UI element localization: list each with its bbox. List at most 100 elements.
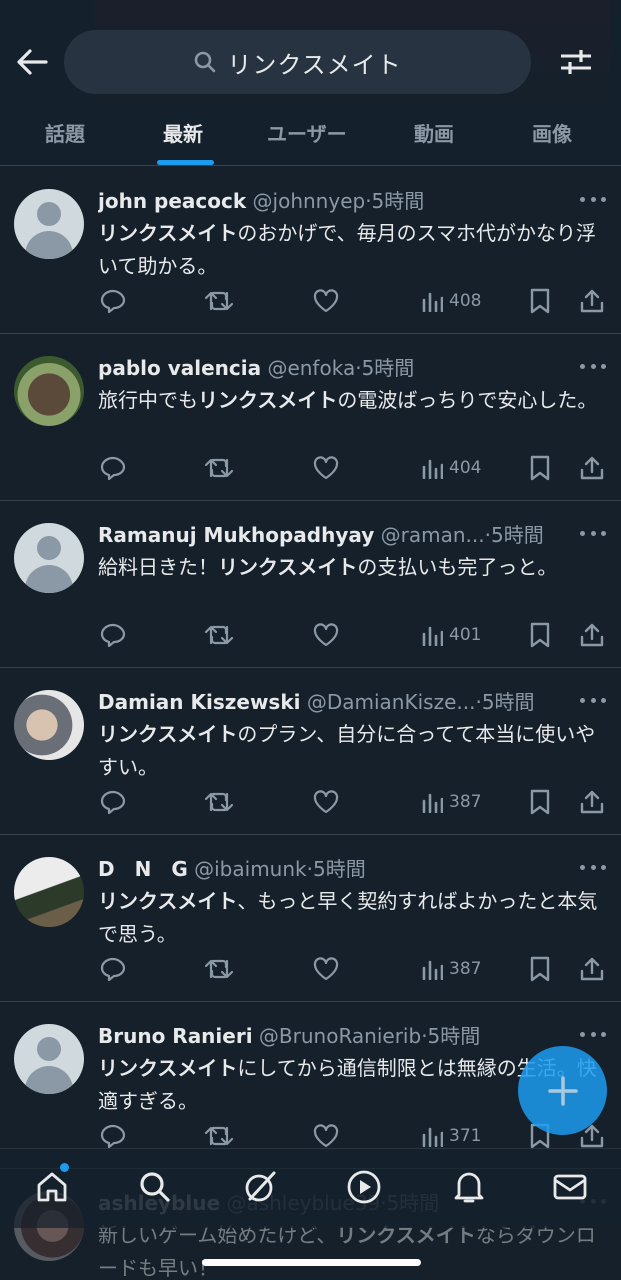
reply-button[interactable] — [100, 285, 126, 317]
share-button[interactable] — [579, 619, 605, 651]
share-icon — [580, 289, 604, 313]
avatar[interactable] — [14, 857, 84, 927]
tweet-actions: 387 — [0, 786, 621, 818]
author-handle[interactable]: @johnnyep — [253, 189, 366, 213]
bar-chart-icon — [422, 626, 443, 646]
view-count: 387 — [449, 959, 482, 979]
tweet-text-pre: 旅行中でも — [98, 388, 198, 412]
tweet-header: john peacock @johnnyep·5時間 — [98, 187, 568, 215]
nav-notifications[interactable] — [449, 1167, 489, 1207]
nav-home[interactable] — [32, 1167, 72, 1207]
tab-videos[interactable]: 動画 — [414, 118, 454, 147]
tweet-text-keyword: リンクスメイト — [98, 221, 238, 245]
heart-icon — [313, 289, 339, 313]
play-circle-icon — [347, 1170, 381, 1204]
tab-users[interactable]: ユーザー — [267, 118, 347, 147]
nav-grok[interactable] — [240, 1167, 280, 1207]
tweet-item[interactable]: john peacock @johnnyep·5時間 リンクスメイトのおかげで、毎… — [0, 167, 621, 334]
heart-icon — [313, 1124, 339, 1148]
views-button[interactable]: 387 — [421, 953, 481, 985]
retweet-button[interactable] — [204, 452, 234, 484]
more-options-icon[interactable] — [580, 1032, 606, 1040]
search-input[interactable]: リンクスメイト — [64, 30, 531, 94]
reply-button[interactable] — [100, 786, 126, 818]
tab-images[interactable]: 画像 — [532, 118, 572, 147]
tweet-header: Bruno Ranieri @BrunoRanierib·5時間 — [98, 1022, 568, 1050]
bookmark-button[interactable] — [529, 619, 551, 651]
bookmark-icon — [530, 789, 550, 815]
author-name[interactable]: john peacock — [98, 189, 246, 213]
more-options-icon[interactable] — [580, 698, 606, 706]
tweet-header: Ramanuj Mukhopadhyay @raman...·5時間 — [98, 521, 568, 549]
reply-icon — [100, 1124, 126, 1148]
reply-icon — [100, 957, 126, 981]
views-button[interactable]: 387 — [421, 786, 481, 818]
tweet-item[interactable]: pablo valencia @enfoka·5時間 旅行中でもリンクスメイトの電… — [0, 334, 621, 501]
view-count: 371 — [449, 1126, 482, 1146]
nav-spaces[interactable] — [344, 1167, 384, 1207]
author-name[interactable]: D N G — [98, 857, 188, 881]
search-icon — [140, 1172, 170, 1202]
tweet-text: 新しいゲーム始めたけど、リンクスメイトならダウンロードも早い！ — [98, 1219, 598, 1280]
author-handle[interactable]: @BrunoRanierib — [259, 1024, 421, 1048]
like-button[interactable] — [313, 452, 339, 484]
author-handle[interactable]: @raman... — [381, 523, 485, 547]
more-options-icon[interactable] — [580, 865, 606, 873]
retweet-button[interactable] — [204, 953, 234, 985]
avatar[interactable] — [14, 356, 84, 426]
like-button[interactable] — [313, 619, 339, 651]
tweet-text-rest: の支払いも完了っと。 — [357, 555, 558, 579]
retweet-button[interactable] — [204, 285, 234, 317]
nav-messages[interactable] — [550, 1167, 590, 1207]
back-button[interactable] — [14, 44, 50, 80]
more-options-icon[interactable] — [580, 531, 606, 539]
more-options-icon[interactable] — [580, 364, 606, 372]
tweet-item[interactable]: D N G @ibaimunk·5時間 リンクスメイト、もっと早く契約すればよかっ… — [0, 835, 621, 1002]
bookmark-button[interactable] — [529, 452, 551, 484]
reply-button[interactable] — [100, 619, 126, 651]
mail-icon — [553, 1174, 587, 1200]
author-handle[interactable]: @DamianKisze... — [307, 690, 476, 714]
author-name[interactable]: Ramanuj Mukhopadhyay — [98, 523, 374, 547]
like-button[interactable] — [313, 786, 339, 818]
compose-button[interactable] — [518, 1046, 607, 1135]
share-button[interactable] — [579, 452, 605, 484]
share-button[interactable] — [579, 285, 605, 317]
author-name[interactable]: pablo valencia — [98, 356, 261, 380]
views-button[interactable]: 401 — [421, 619, 481, 651]
views-button[interactable]: 408 — [421, 285, 481, 317]
bookmark-button[interactable] — [529, 285, 551, 317]
retweet-button[interactable] — [204, 786, 234, 818]
tweet-actions: 408 — [0, 285, 621, 317]
like-button[interactable] — [313, 285, 339, 317]
search-filter-button[interactable] — [558, 44, 594, 80]
bookmark-button[interactable] — [529, 786, 551, 818]
more-options-icon[interactable] — [580, 197, 606, 205]
share-button[interactable] — [579, 786, 605, 818]
tweet-text: リンクスメイトのおかげで、毎月のスマホ代がかなり浮いて助かる。 — [98, 217, 598, 283]
reply-button[interactable] — [100, 953, 126, 985]
tweet-item[interactable]: Damian Kiszewski @DamianKisze...·5時間 リンクス… — [0, 668, 621, 835]
views-button[interactable]: 404 — [421, 452, 481, 484]
author-name[interactable]: Bruno Ranieri — [98, 1024, 253, 1048]
nav-explore[interactable] — [135, 1167, 175, 1207]
author-name[interactable]: Damian Kiszewski — [98, 690, 301, 714]
active-tab-indicator — [157, 160, 214, 165]
tweet-item[interactable]: Ramanuj Mukhopadhyay @raman...·5時間 給料日きた！… — [0, 501, 621, 668]
avatar[interactable] — [14, 690, 84, 760]
avatar[interactable] — [14, 523, 84, 593]
like-button[interactable] — [313, 953, 339, 985]
view-count: 408 — [449, 291, 482, 311]
share-button[interactable] — [579, 953, 605, 985]
bookmark-icon — [530, 288, 550, 314]
avatar-placeholder-body — [25, 1066, 73, 1094]
author-handle[interactable]: @ibaimunk — [194, 857, 306, 881]
author-handle[interactable]: @enfoka — [267, 356, 355, 380]
avatar[interactable] — [14, 1024, 84, 1094]
bookmark-button[interactable] — [529, 953, 551, 985]
reply-button[interactable] — [100, 452, 126, 484]
avatar[interactable] — [14, 189, 84, 259]
tab-trending[interactable]: 話題 — [45, 118, 85, 147]
tab-latest[interactable]: 最新 — [163, 118, 203, 147]
retweet-button[interactable] — [204, 619, 234, 651]
